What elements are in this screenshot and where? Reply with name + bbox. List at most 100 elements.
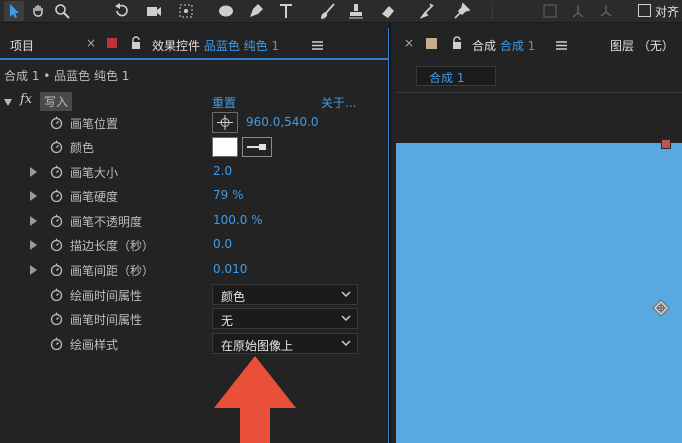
property-row-brush-size: 画笔大小 2.0 <box>0 160 388 184</box>
crosshair-icon <box>217 115 233 130</box>
align-checkbox[interactable] <box>638 4 651 17</box>
property-label: 颜色 <box>70 141 95 155</box>
property-value[interactable]: 0.0 <box>213 237 232 251</box>
anchor-point-icon[interactable] <box>652 299 670 317</box>
expand-triangle-icon[interactable] <box>30 216 37 226</box>
property-label: 画笔位置 <box>70 117 119 131</box>
selection-tool-icon[interactable] <box>4 1 24 21</box>
collapse-triangle-icon[interactable] <box>4 99 12 106</box>
property-label: 绘画样式 <box>70 338 119 352</box>
brush-time-props-dropdown[interactable]: 无 <box>212 308 358 329</box>
hand-tool-icon[interactable] <box>28 1 48 21</box>
about-link[interactable]: 关于... <box>321 94 356 111</box>
property-value[interactable]: 100.0 % <box>213 213 263 227</box>
roto-brush-tool-icon[interactable] <box>418 1 438 21</box>
tab-effect-controls-layer: 品蓝色 纯色 1 <box>203 39 280 53</box>
toolbar: 对齐 <box>0 0 682 23</box>
stopwatch-icon[interactable] <box>50 189 63 202</box>
active-panel-border <box>388 28 389 443</box>
color-swatch[interactable] <box>212 137 238 157</box>
expand-triangle-icon[interactable] <box>30 167 37 177</box>
zoom-tool-icon[interactable] <box>52 1 72 21</box>
panel-menu-icon[interactable] <box>556 39 567 50</box>
property-label: 画笔不透明度 <box>70 215 143 229</box>
close-icon[interactable]: × <box>404 36 414 50</box>
property-row-brush-spacing: 画笔间距（秒） 0.010 <box>0 258 388 282</box>
effect-controls-panel: 合成 1 • 品蓝色 纯色 1 fx 写入 重置 关于... 画笔位置 960.… <box>0 63 388 443</box>
property-label: 画笔间距（秒） <box>70 264 155 278</box>
stopwatch-icon[interactable] <box>50 263 63 276</box>
stopwatch-icon[interactable] <box>50 214 63 227</box>
stopwatch-icon[interactable] <box>50 238 63 251</box>
view-axis-icon[interactable] <box>596 1 616 21</box>
tab-composition-name: 合成 1 <box>499 39 536 53</box>
stopwatch-icon[interactable] <box>50 337 63 350</box>
dropdown-value: 颜色 <box>221 290 246 304</box>
expand-triangle-icon[interactable] <box>30 191 37 201</box>
chevron-down-icon <box>341 315 351 322</box>
property-row-brush-opacity: 画笔不透明度 100.0 % <box>0 209 388 233</box>
tab-composition-label: 合成 <box>472 39 497 53</box>
property-row-brush-time-props: 画笔时间属性 无 <box>0 307 388 331</box>
pen-tool-icon[interactable] <box>246 1 266 21</box>
property-label: 画笔大小 <box>70 166 119 180</box>
reset-link[interactable]: 重置 <box>212 94 236 111</box>
eraser-tool-icon[interactable] <box>378 1 398 21</box>
effect-name[interactable]: 写入 <box>40 92 73 111</box>
property-row-color: 颜色 <box>0 135 388 159</box>
tab-project[interactable]: 项目 <box>10 37 34 54</box>
layer-color-swatch <box>107 38 117 48</box>
position-picker-button[interactable] <box>212 112 238 133</box>
property-row-paint-style: 绘画样式 在原始图像上 <box>0 332 388 356</box>
layer-handle[interactable] <box>661 139 671 149</box>
dropdown-value: 在原始图像上 <box>221 339 294 353</box>
panel-divider[interactable] <box>389 23 391 443</box>
tab-composition[interactable]: 合成 合成 1 <box>472 37 535 54</box>
property-value[interactable]: 0.010 <box>213 262 247 276</box>
property-value[interactable]: 960.0,540.0 <box>246 115 319 129</box>
property-value[interactable]: 2.0 <box>213 164 232 178</box>
ellipse-tool-icon[interactable] <box>216 1 236 21</box>
property-row-brush-hardness: 画笔硬度 79 % <box>0 184 388 208</box>
annotation-arrow-icon <box>214 356 296 443</box>
clone-stamp-tool-icon[interactable] <box>346 1 366 21</box>
close-icon[interactable]: × <box>86 36 96 50</box>
brush-tool-icon[interactable] <box>318 1 338 21</box>
lock-icon[interactable] <box>130 36 142 50</box>
property-label: 画笔时间属性 <box>70 313 143 327</box>
pan-behind-tool-icon[interactable] <box>176 1 196 21</box>
viewer-separator <box>396 92 682 93</box>
local-axis-icon[interactable] <box>540 1 560 21</box>
paint-time-props-dropdown[interactable]: 颜色 <box>212 284 358 305</box>
camera-tool-icon[interactable] <box>144 1 164 21</box>
comp-subtab-label: 合成 1 <box>429 71 465 85</box>
expand-triangle-icon[interactable] <box>30 265 37 275</box>
tab-effect-controls-label: 效果控件 <box>152 39 201 53</box>
stopwatch-icon[interactable] <box>50 140 63 153</box>
stopwatch-icon[interactable] <box>50 116 63 129</box>
puppet-pin-tool-icon[interactable] <box>452 1 472 21</box>
type-tool-icon[interactable] <box>276 1 296 21</box>
stopwatch-icon[interactable] <box>50 165 63 178</box>
property-label: 画笔硬度 <box>70 190 119 204</box>
world-axis-icon[interactable] <box>568 1 588 21</box>
expand-triangle-icon[interactable] <box>30 240 37 250</box>
comp-subtab[interactable]: 合成 1 <box>416 66 496 86</box>
eyedropper-button[interactable] <box>242 137 272 157</box>
toolbar-divider <box>492 2 493 20</box>
rotate-tool-icon[interactable] <box>112 1 132 21</box>
tab-effect-controls[interactable]: 效果控件 品蓝色 纯色 1 <box>152 37 279 54</box>
composition-canvas[interactable] <box>396 139 682 443</box>
tab-layer[interactable]: 图层 （无） <box>610 37 674 54</box>
property-row-brush-position: 画笔位置 960.0,540.0 <box>0 111 388 135</box>
eyedropper-icon <box>247 144 266 150</box>
lock-icon[interactable] <box>451 36 463 50</box>
align-checkbox-label: 对齐 <box>655 5 680 19</box>
stopwatch-icon[interactable] <box>50 312 63 325</box>
stopwatch-icon[interactable] <box>50 288 63 301</box>
property-value[interactable]: 79 % <box>213 188 244 202</box>
property-row-stroke-length: 描边长度（秒） 0.0 <box>0 233 388 257</box>
paint-style-dropdown[interactable]: 在原始图像上 <box>212 333 358 354</box>
fx-toggle[interactable]: fx <box>20 92 32 107</box>
panel-menu-icon[interactable] <box>312 39 323 50</box>
